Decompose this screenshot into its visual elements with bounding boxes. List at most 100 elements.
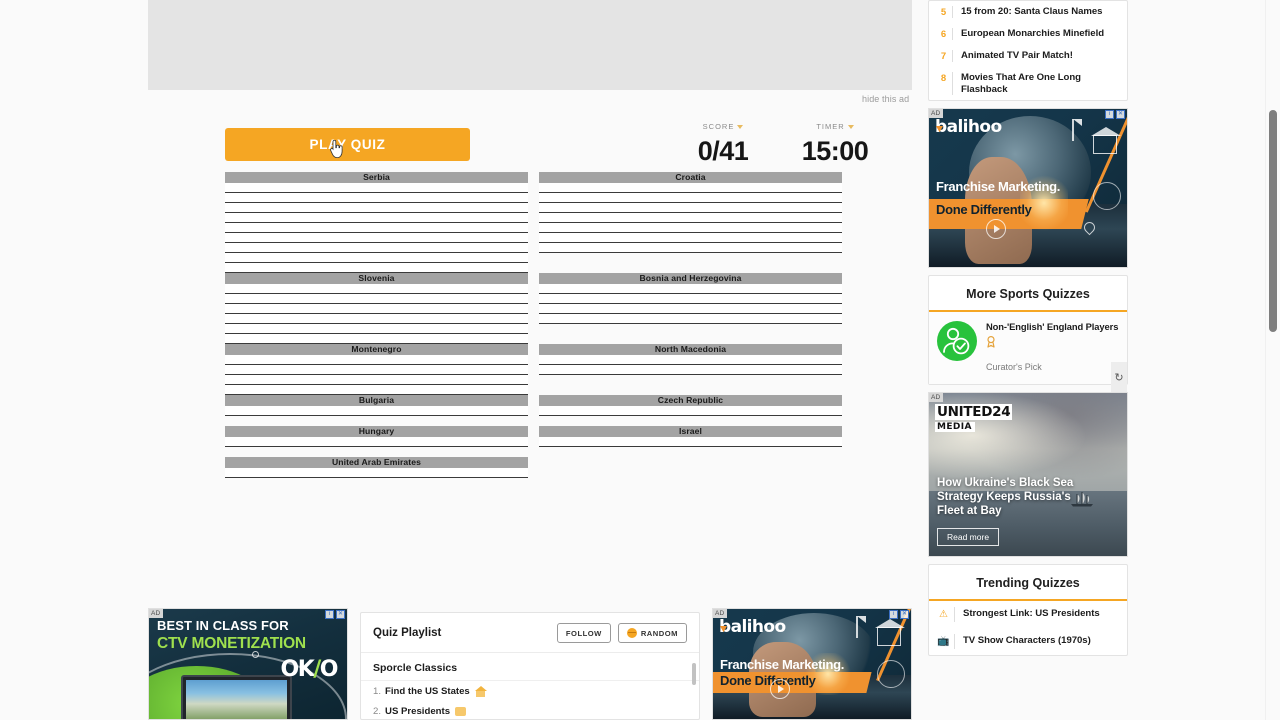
trending-list-item[interactable]: ⚠ Strongest Link: US Presidents <box>929 601 1127 628</box>
quiz-rank-number: 6 <box>940 29 947 40</box>
ad-close-icon[interactable]: ✕ <box>1116 110 1125 120</box>
playlist-item[interactable]: 1. Find the US States <box>361 681 699 701</box>
quiz-list-item[interactable]: 7 Animated TV Pair Match! <box>929 45 1127 67</box>
check-icon <box>720 626 727 633</box>
ad-united24[interactable]: AD UNITED24 MEDIA How Ukraine's Black Se… <box>928 391 1128 557</box>
answer-row[interactable] <box>225 314 528 324</box>
answer-row[interactable] <box>225 324 528 334</box>
ad-balihoo-bottom[interactable]: AD i ✕ balihoo Franchise Marketing. Done… <box>712 608 912 720</box>
answer-row[interactable] <box>225 334 528 344</box>
ad-info-icon[interactable]: i <box>1105 110 1114 120</box>
ad-info-icon[interactable]: i <box>889 610 898 619</box>
answer-row[interactable] <box>539 233 842 243</box>
divider <box>952 72 953 96</box>
right-sidebar: 5 15 from 20: Santa Claus Names 6 European … <box>928 0 1128 663</box>
quiz-list-item[interactable]: 5 15 from 20: Santa Claus Names <box>929 1 1127 23</box>
answer-row[interactable] <box>225 203 528 213</box>
answer-row[interactable] <box>225 385 528 395</box>
united24-logo: UNITED24 MEDIA <box>935 403 1013 432</box>
playlist-item[interactable]: 2. US Presidents <box>361 701 699 719</box>
balihoo-headline-2: Done Differently <box>720 673 816 689</box>
answer-row[interactable] <box>539 355 842 365</box>
answer-row[interactable] <box>225 243 528 253</box>
grid-spacer <box>539 334 842 344</box>
answer-row[interactable] <box>539 304 842 314</box>
answer-row[interactable] <box>539 183 842 193</box>
answer-row[interactable] <box>539 406 842 416</box>
quiz-list-item[interactable]: 6 European Monarchies Minefield <box>929 23 1127 45</box>
ad-close-icon[interactable]: ✕ <box>900 610 909 619</box>
quiz-list-item[interactable]: 8 Movies That Are One Long Flashback <box>929 67 1127 100</box>
follow-button[interactable]: FOLLOW <box>556 623 611 643</box>
timer-value: 15:00 <box>801 136 869 166</box>
answer-row[interactable] <box>539 213 842 223</box>
top-leaderboard-ad[interactable] <box>148 0 912 90</box>
random-button[interactable]: RANDOM <box>617 623 687 643</box>
answer-row[interactable] <box>539 294 842 304</box>
top-quizzes-list: 5 15 from 20: Santa Claus Names 6 European … <box>929 1 1127 100</box>
avatar <box>937 321 977 362</box>
ad-controls[interactable]: i ✕ <box>325 610 345 619</box>
sports-quiz-card[interactable]: Non-'English' England Players Curator's … <box>929 312 1127 393</box>
divider <box>954 606 955 622</box>
answer-row[interactable] <box>539 314 842 324</box>
answer-row[interactable] <box>225 284 528 294</box>
playlist-scrollbar[interactable] <box>692 663 696 685</box>
playlist-header: Quiz Playlist FOLLOW RANDOM <box>361 613 699 653</box>
answer-row[interactable] <box>225 365 528 375</box>
ad-controls[interactable]: i ✕ <box>1105 110 1125 120</box>
timer-group[interactable]: TIMER 15:00 <box>780 118 890 165</box>
basketball-icon <box>626 628 637 638</box>
page-scrollbar-thumb[interactable] <box>1269 110 1277 332</box>
refresh-button[interactable]: ↻ <box>1111 362 1127 393</box>
answer-row[interactable] <box>225 183 528 193</box>
score-group[interactable]: SCORE 0/41 <box>668 118 778 165</box>
quiz-title: Animated TV Pair Match! <box>961 50 1073 61</box>
answer-row[interactable] <box>225 406 528 416</box>
read-more-button[interactable]: Read more <box>937 527 1000 546</box>
answer-grid: Serbia Slovenia Montenegro Bulgaria Hungary U… <box>225 172 915 478</box>
answer-row[interactable] <box>225 468 528 478</box>
ad-oko-ctv[interactable]: AD i ✕ BEST IN CLASS FOR CTV MONETIZATIO… <box>148 608 348 720</box>
answer-row[interactable] <box>539 223 842 233</box>
answer-row[interactable] <box>225 304 528 314</box>
answer-row[interactable] <box>225 253 528 263</box>
answer-row[interactable] <box>539 365 842 375</box>
sports-quiz-title: Non-'English' England Players <box>986 321 1119 333</box>
trending-title: Trending Quizzes <box>929 565 1127 601</box>
page-scrollbar-track[interactable] <box>1265 0 1280 720</box>
more-sports-title: More Sports Quizzes <box>929 276 1127 313</box>
answer-row[interactable] <box>225 193 528 203</box>
quiz-playlist-panel: Quiz Playlist FOLLOW RANDOM Sporcle Clas… <box>360 612 700 720</box>
ad-balihoo-sidebar[interactable]: AD i ✕ balihoo Franchise Marketing. Done <box>928 108 1128 269</box>
answer-row[interactable] <box>225 355 528 365</box>
balihoo-headline-1: Franchise Marketing. <box>936 178 1061 194</box>
answer-row[interactable] <box>539 193 842 203</box>
answer-row[interactable] <box>539 284 842 294</box>
quiz-main-column: PLAY QUIZ SCORE 0/41 TIMER 15:00 Serbia S… <box>148 110 912 478</box>
answer-row[interactable] <box>225 213 528 223</box>
trending-list-item[interactable]: 📺 TV Show Characters (1970s) <box>929 628 1127 655</box>
play-quiz-button[interactable]: PLAY QUIZ <box>225 128 470 161</box>
category-header: Hungary <box>225 426 528 437</box>
answer-row[interactable] <box>225 223 528 233</box>
quiz-control-bar: PLAY QUIZ SCORE 0/41 TIMER 15:00 <box>148 110 912 172</box>
answer-row[interactable] <box>539 437 842 447</box>
answer-row[interactable] <box>225 437 528 447</box>
answer-row[interactable] <box>225 375 528 385</box>
ad-controls[interactable]: i ✕ <box>889 610 909 619</box>
playlist-item-index: 2. <box>373 706 382 717</box>
answer-row[interactable] <box>225 263 528 273</box>
ad-info-icon[interactable]: i <box>325 610 334 619</box>
hide-this-ad-link[interactable]: hide this ad <box>862 94 909 104</box>
ad-close-icon[interactable]: ✕ <box>336 610 345 619</box>
category-header: United Arab Emirates <box>225 457 528 468</box>
category-header: Bosnia and Herzegovina <box>539 273 842 284</box>
chevron-down-icon[interactable] <box>737 124 744 129</box>
answer-row[interactable] <box>225 294 528 304</box>
answer-row[interactable] <box>539 243 842 253</box>
answer-row[interactable] <box>539 203 842 213</box>
united24-creative: UNITED24 MEDIA How Ukraine's Black Sea S… <box>929 392 1127 556</box>
chevron-down-icon[interactable] <box>847 124 854 129</box>
answer-row[interactable] <box>225 233 528 243</box>
